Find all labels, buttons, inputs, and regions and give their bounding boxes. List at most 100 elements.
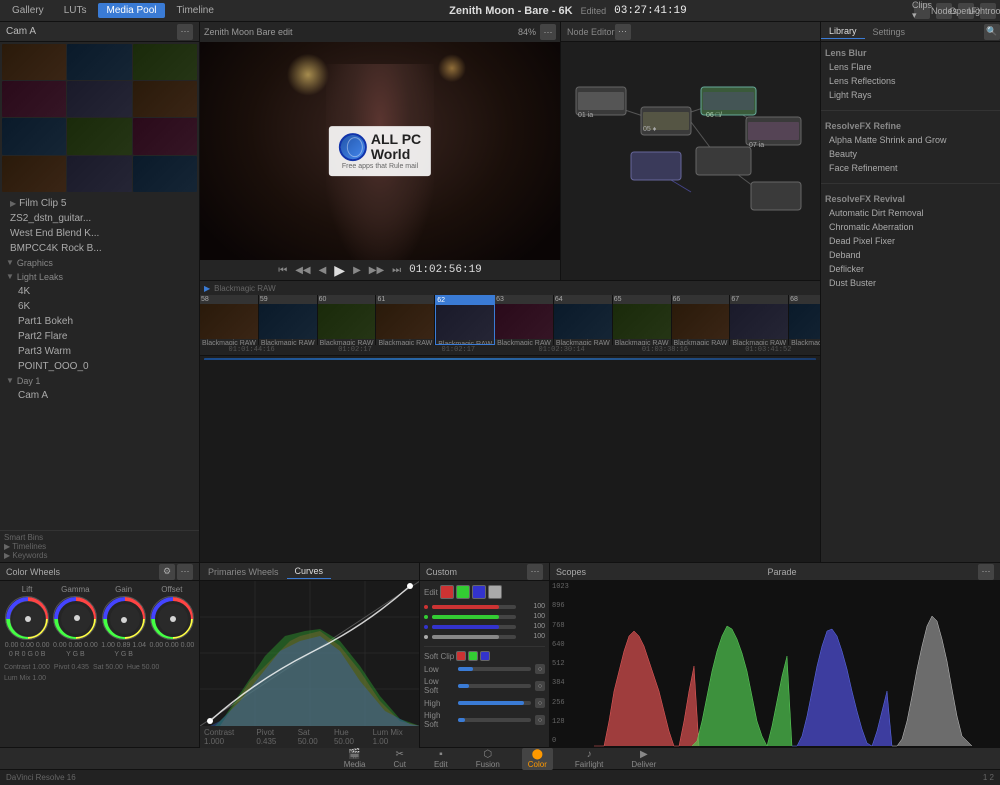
thumb-1[interactable] (2, 44, 66, 80)
library-item-beauty[interactable]: Beauty (825, 147, 996, 161)
library-item-chromatic-aberration[interactable]: Chromatic Aberration (825, 220, 996, 234)
soft-clip-lowsoft-btn[interactable]: ○ (535, 681, 545, 691)
color-wheels-mode-btn[interactable]: ⚙ (159, 564, 175, 580)
tree-point[interactable]: POINT_OOO_0 (2, 359, 197, 374)
library-item-light-rays[interactable]: Light Rays (825, 88, 996, 102)
transport-prev-frame[interactable]: ◀◀ (295, 265, 310, 276)
thumb-12[interactable] (133, 156, 197, 192)
thumb-3[interactable] (133, 44, 197, 80)
soft-clip-red[interactable] (456, 651, 466, 661)
nav-fusion[interactable]: ⬡ Fusion (470, 748, 506, 770)
library-item-dead-pixel[interactable]: Dead Pixel Fixer (825, 234, 996, 248)
viewer-options-btn[interactable]: ⋯ (540, 24, 556, 40)
transport-forward[interactable]: ▶ (353, 265, 361, 276)
tree-day1[interactable]: ▼ Day 1 (2, 374, 197, 388)
tab-library[interactable]: Library (821, 24, 865, 39)
transport-play[interactable]: ▶ (334, 262, 345, 279)
tree-4k[interactable]: 4K (2, 284, 197, 299)
clip-item-62[interactable]: 62 Blackmagic RAW 03:16:40:23 (435, 295, 495, 345)
thumb-9[interactable] (133, 118, 197, 154)
color-btn-blue[interactable] (472, 585, 486, 599)
wheel-gain-svg[interactable] (102, 596, 146, 640)
clip-item-66[interactable]: 66 Blackmagic RAW 03:50:47:07 (672, 295, 731, 345)
slider-bar-2[interactable] (432, 615, 516, 619)
thumb-7[interactable] (2, 118, 66, 154)
node-editor-options[interactable]: ⋯ (615, 24, 631, 40)
scopes-options-btn[interactable]: ⋯ (978, 564, 994, 580)
clip-item-61[interactable]: 61 Blackmagic RAW 03:37:41:20 (376, 295, 435, 345)
tree-graphics[interactable]: ▼ Graphics (2, 256, 197, 270)
tree-west-end[interactable]: West End Blend K... (2, 226, 197, 241)
clip-item-58[interactable]: 58 Blackmagic RAW 03:16:33:07 (200, 295, 259, 345)
transport-skip-end[interactable]: ⏭ (392, 265, 401, 276)
tree-bmpcc[interactable]: BMPCC4K Rock B... (2, 241, 197, 256)
nav-cut[interactable]: ✂ Cut (388, 748, 412, 770)
tree-cam-a[interactable]: Cam A (2, 388, 197, 403)
tab-settings[interactable]: Settings (865, 25, 914, 39)
soft-clip-lowsoft-bar[interactable] (458, 684, 531, 688)
tree-light-leaks[interactable]: ▼ Light Leaks (2, 270, 197, 284)
wheel-offset-svg[interactable] (150, 596, 194, 640)
color-btn-red[interactable] (440, 585, 454, 599)
tab-primaries-wheels[interactable]: Primaries Wheels (200, 565, 287, 579)
thumb-4[interactable] (2, 81, 66, 117)
clip-item-59[interactable]: 59 Blackmagic RAW 03:26:41:09 (259, 295, 318, 345)
library-item-dust-buster[interactable]: Dust Buster (825, 276, 996, 290)
nav-deliver[interactable]: ▶ Deliver (625, 748, 662, 770)
soft-clip-blue[interactable] (480, 651, 490, 661)
tree-zs2[interactable]: ZS2_dstn_guitar... (2, 211, 197, 226)
lightroom-button[interactable]: Lightroom (980, 3, 996, 19)
clip-item-64[interactable]: 64 Blackmagic RAW 03:34:01:07 (554, 295, 613, 345)
transport-backward[interactable]: ◀ (319, 265, 327, 276)
tree-part3[interactable]: Part3 Warm (2, 344, 197, 359)
library-item-dirt-removal[interactable]: Automatic Dirt Removal (825, 206, 996, 220)
clip-item-60[interactable]: 60 Blackmagic RAW 03:09:30:55 (318, 295, 377, 345)
color-btn-white[interactable] (488, 585, 502, 599)
color-wheels-options-btn[interactable]: ⋯ (177, 564, 193, 580)
nav-edit[interactable]: ▪ Edit (428, 748, 454, 770)
clip-item-67[interactable]: 67 Blackmagic RAW 03:27:58:12 (730, 295, 789, 345)
panel-options-button[interactable]: ⋯ (177, 24, 193, 40)
soft-clip-highsoft-btn[interactable]: ○ (535, 715, 545, 725)
thumb-5[interactable] (67, 81, 131, 117)
nav-fairlight[interactable]: ♪ Fairlight (569, 748, 609, 770)
soft-clip-highsoft-bar[interactable] (458, 718, 531, 722)
clips-button[interactable]: Clips ▾ (914, 3, 930, 19)
color-btn-green[interactable] (456, 585, 470, 599)
soft-clip-high-bar[interactable] (458, 701, 531, 705)
tab-gallery[interactable]: Gallery (4, 3, 52, 18)
slider-bar-4[interactable] (432, 635, 516, 639)
tab-curves[interactable]: Curves (287, 564, 332, 579)
transport-skip-start[interactable]: ⏮ (278, 265, 287, 276)
soft-clip-low-btn[interactable]: ○ (535, 664, 545, 674)
clip-item-68[interactable]: 68 Blackmagic RAW 03:27:45:23 (789, 295, 820, 345)
wheel-gamma-svg[interactable] (53, 596, 97, 640)
transport-next-frame[interactable]: ▶▶ (369, 265, 384, 276)
clip-item-65[interactable]: 65 Blackmagic RAW 03:27:40:08 (613, 295, 672, 345)
thumb-10[interactable] (2, 156, 66, 192)
custom-options-btn[interactable]: ⋯ (527, 564, 543, 580)
library-search-btn[interactable]: 🔍 (984, 24, 1000, 40)
thumb-6[interactable] (133, 81, 197, 117)
tab-timeline[interactable]: Timeline (169, 3, 222, 18)
library-item-alpha-matte[interactable]: Alpha Matte Shrink and Grow (825, 133, 996, 147)
library-item-lens-flare[interactable]: Lens Flare (825, 60, 996, 74)
slider-bar-1[interactable] (432, 605, 516, 609)
tab-luts[interactable]: LUTs (56, 3, 95, 18)
clip-item-63[interactable]: 63 Blackmagic RAW 03:37:51:54 (495, 295, 554, 345)
thumb-8[interactable] (67, 118, 131, 154)
library-item-face-refinement[interactable]: Face Refinement (825, 161, 996, 175)
soft-clip-high-btn[interactable]: ○ (535, 698, 545, 708)
soft-clip-green[interactable] (468, 651, 478, 661)
nav-media[interactable]: 🎬 Media (338, 748, 372, 770)
tree-part2[interactable]: Part2 Flare (2, 329, 197, 344)
library-item-deflicker[interactable]: Deflicker (825, 262, 996, 276)
slider-bar-3[interactable] (432, 625, 516, 629)
library-item-deband[interactable]: Deband (825, 248, 996, 262)
tree-film-clip[interactable]: ▶Film Clip 5 (2, 196, 197, 211)
tree-part1[interactable]: Part1 Bokeh (2, 314, 197, 329)
tab-media-pool[interactable]: Media Pool (98, 3, 164, 18)
library-item-lens-reflections[interactable]: Lens Reflections (825, 74, 996, 88)
nav-color[interactable]: ⬤ Color (522, 748, 553, 770)
thumb-2[interactable] (67, 44, 131, 80)
